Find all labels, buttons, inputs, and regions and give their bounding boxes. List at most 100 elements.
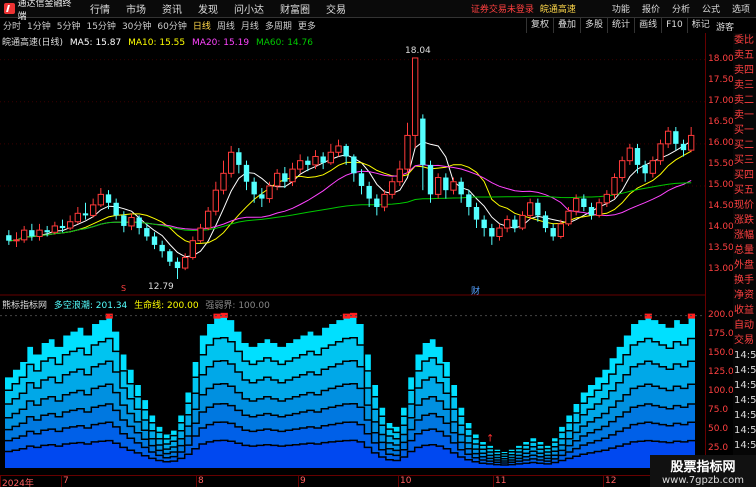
candle	[204, 207, 212, 231]
price-tick: 17.50	[708, 74, 734, 85]
period-more[interactable]: 更多	[295, 19, 319, 32]
sidebar-field: 14:50	[734, 365, 756, 376]
tool-duogu[interactable]: 多股	[580, 18, 607, 33]
sidebar-field: 14:50	[734, 380, 756, 391]
trading-terminal: { "app": {"title": "通达信金融终端"}, "menu": […	[0, 0, 756, 487]
candle	[458, 177, 464, 203]
candle	[6, 230, 12, 245]
indicator-tick: 175.0	[708, 328, 734, 339]
candle	[588, 202, 595, 220]
indicator-tick: 100.0	[708, 385, 734, 396]
chart-area[interactable]: ↑	[0, 33, 705, 475]
ma5-label: MA5: 15.87	[69, 38, 122, 48]
menu-item-faxian[interactable]: 发现	[190, 1, 226, 16]
candle	[503, 215, 511, 233]
period-monthly[interactable]: 月线	[238, 19, 262, 32]
period-weekly[interactable]: 周线	[214, 19, 238, 32]
candle	[82, 202, 89, 220]
peak-marker	[213, 313, 221, 319]
candle	[381, 190, 388, 212]
candle	[97, 188, 105, 207]
buy-arrow-icon: ↑	[486, 433, 494, 444]
high-annotation: 18.04	[405, 46, 431, 56]
price-axis: 18.00 17.50 17.00 16.50 16.00 15.50 15.00 14.50…	[705, 33, 734, 478]
menu-item-hangqing[interactable]: 行情	[82, 1, 118, 16]
sidebar-field: 卖一	[734, 110, 754, 121]
chart-toolbar: 复权 叠加 多股 统计 画线 F10 标记	[526, 18, 756, 33]
ma20-label: MA20: 15.19	[192, 38, 250, 48]
sidebar-field: 买三	[734, 155, 754, 166]
candle	[473, 202, 480, 229]
candle	[66, 215, 74, 231]
menu-baojia[interactable]: 报价	[636, 2, 666, 15]
menu-item-zixun[interactable]: 资讯	[154, 1, 190, 16]
main-legend: 皖通高速(日线) MA5: 15.87 MA10: 15.55 MA20: 15…	[2, 35, 317, 48]
indicator-tick: 125.0	[708, 366, 734, 377]
candle	[481, 215, 487, 237]
period-fenshi[interactable]: 分时	[0, 19, 24, 32]
menu-fenxi[interactable]: 分析	[666, 2, 696, 15]
menu-xuanxiang[interactable]: 选项	[726, 2, 756, 15]
period-60min[interactable]: 60分钟	[154, 19, 189, 32]
trade-login-warning[interactable]: 证券交易未登录	[471, 2, 540, 15]
sidebar-field: 换手	[734, 275, 754, 286]
candle	[282, 167, 288, 189]
period-30min[interactable]: 30分钟	[119, 19, 154, 32]
menu-item-wenxiaoda[interactable]: 问小达	[226, 1, 272, 16]
sidebar-field: 涨跌	[734, 215, 754, 226]
candle	[36, 223, 43, 241]
menu-item-jiaoyi[interactable]: 交易	[318, 1, 354, 16]
candle	[550, 223, 556, 241]
menu-gongneng[interactable]: 功能	[606, 2, 636, 15]
tool-biaoji[interactable]: 标记	[686, 18, 714, 33]
candle	[113, 198, 119, 220]
candle	[427, 160, 434, 203]
quote-sidebar: 委比 卖五 卖四 卖三 卖二 卖一 买一 买二 买三 买四 买五 现价 涨跌 涨幅 总量 外盘 换手 净资 收益 自动…	[733, 33, 756, 478]
candle	[366, 181, 372, 207]
tool-tongji[interactable]: 统计	[607, 18, 634, 33]
date-tick: 2024年	[2, 479, 34, 487]
period-multi[interactable]: 多周期	[262, 19, 295, 32]
candle	[220, 160, 227, 195]
menu-item-shichang[interactable]: 市场	[118, 1, 154, 16]
sidebar-field: 净资	[734, 290, 754, 301]
candle	[320, 152, 326, 170]
price-tick: 14.00	[708, 222, 734, 233]
menu-gongshi[interactable]: 公式	[696, 2, 726, 15]
menu-item-caifuquan[interactable]: 财富圈	[272, 1, 318, 16]
period-5min[interactable]: 5分钟	[54, 19, 84, 32]
candle	[519, 211, 526, 231]
date-tick: 8	[198, 476, 204, 486]
tool-f10[interactable]: F10	[661, 18, 687, 33]
price-tick: 13.00	[708, 264, 734, 275]
sidebar-field: 14:50	[734, 440, 756, 451]
candle	[565, 207, 572, 226]
tool-fuquan[interactable]: 复权	[526, 18, 553, 33]
period-daily[interactable]: 日线	[190, 19, 214, 32]
date-tick: 9	[300, 476, 306, 486]
low-annotation: 12.79	[148, 282, 174, 292]
indicator-legend: 熊标指标网 多空浪潮: 201.34 生命线: 200.00 强弱界: 100.…	[2, 298, 274, 311]
candle	[20, 225, 28, 243]
candle	[335, 139, 342, 157]
sidebar-field: 交易	[734, 335, 754, 346]
candle	[657, 139, 664, 165]
period-15min[interactable]: 15分钟	[83, 19, 118, 32]
indicator-tick: 200.0	[708, 309, 734, 320]
candle	[496, 223, 503, 241]
price-tick: 16.00	[708, 137, 734, 148]
sidebar-field: 收益	[734, 305, 754, 316]
candle	[450, 177, 457, 195]
candle	[626, 143, 634, 165]
candle	[374, 194, 380, 216]
candle	[51, 221, 59, 235]
price-tick: 14.50	[708, 201, 734, 211]
candle	[174, 257, 181, 279]
period-1min[interactable]: 1分钟	[24, 19, 54, 32]
ma10-label: MA10: 15.55	[128, 38, 186, 48]
candle	[312, 150, 319, 170]
marker-cai: 财	[471, 287, 481, 297]
tool-diejia[interactable]: 叠加	[553, 18, 580, 33]
tdx-logo-icon	[4, 3, 15, 14]
tool-huaxian[interactable]: 画线	[634, 18, 661, 33]
